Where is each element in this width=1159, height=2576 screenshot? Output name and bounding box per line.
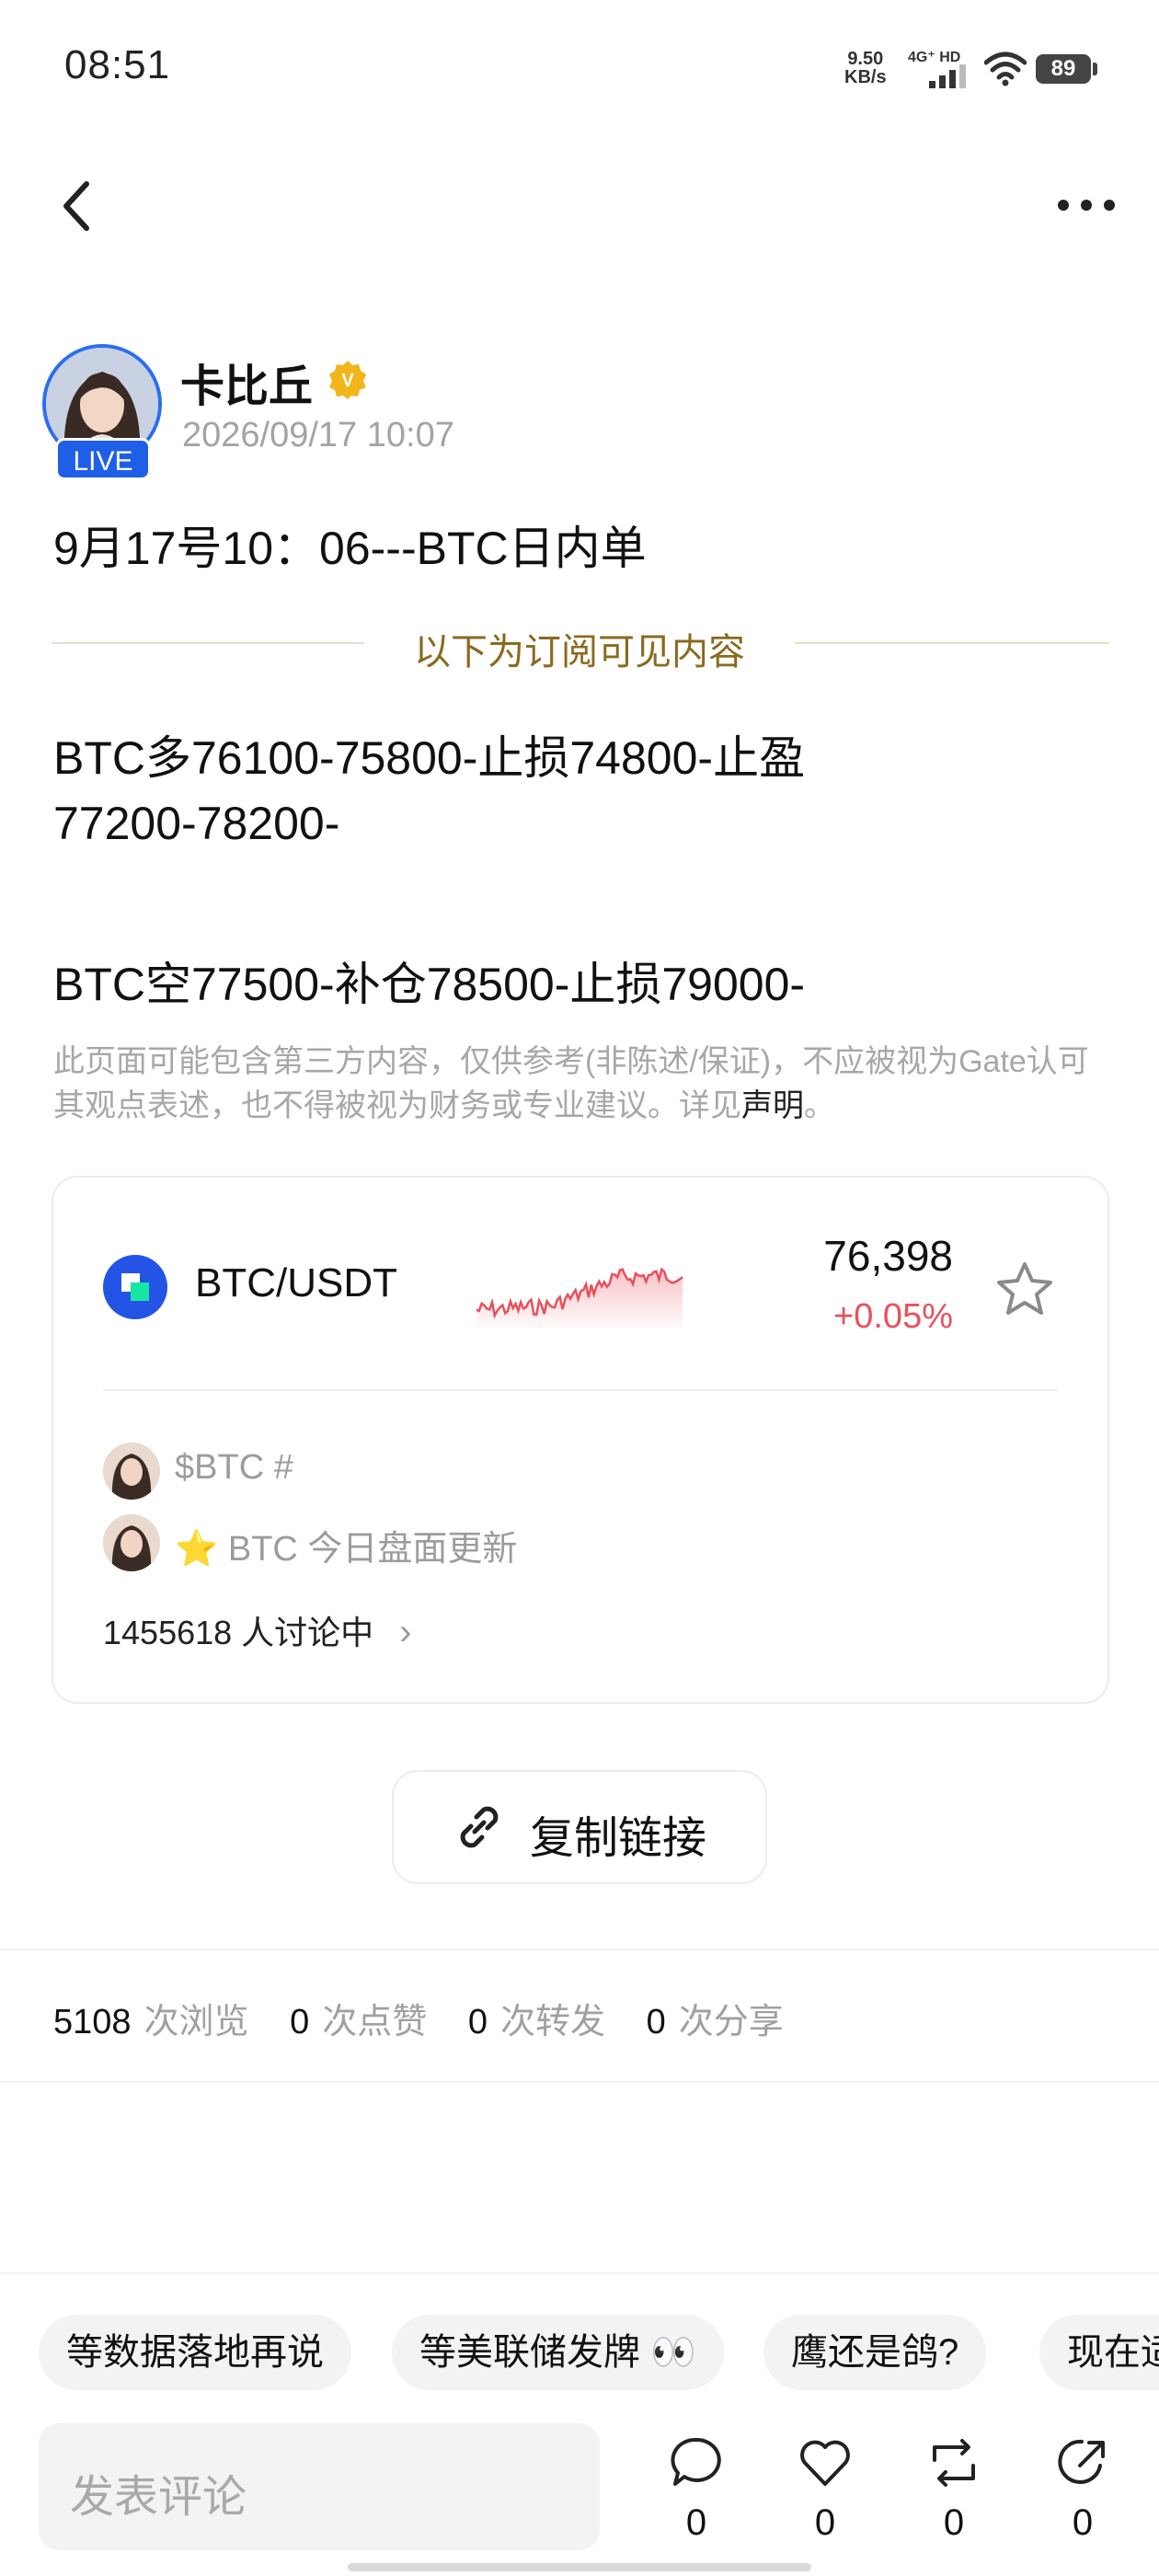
svg-text:V: V xyxy=(341,371,354,391)
quick-reply-chip[interactable]: 等美联储发牌 👀 xyxy=(392,2315,724,2390)
battery-tip xyxy=(1093,63,1097,75)
live-badge: LIVE xyxy=(55,438,151,480)
home-indicator[interactable] xyxy=(348,2563,811,2571)
divider-left xyxy=(52,642,364,644)
price-sparkline xyxy=(476,1267,683,1332)
topic-item[interactable]: ⭐ BTC 今日盘面更新 xyxy=(175,1520,517,1570)
comment-count: 0 xyxy=(685,2502,707,2543)
likes-count: 0 xyxy=(290,2003,310,2041)
verified-badge-icon: V xyxy=(329,361,366,399)
like-count: 0 xyxy=(814,2502,836,2543)
subscriber-divider-label: 以下为订阅可见内容 xyxy=(414,632,745,673)
wifi-icon xyxy=(984,52,1027,86)
views-count: 5108 xyxy=(53,2003,132,2041)
disclaimer-end: 。 xyxy=(804,1088,835,1123)
post-timestamp: 2026/09/17 10:07 xyxy=(182,416,454,454)
discussing-link[interactable]: 1455618 人讨论中 › xyxy=(103,1606,412,1654)
post-body-line: 77200-78200- xyxy=(53,798,340,849)
post-body-line: BTC多76100-75800-止损74800-止盈 xyxy=(53,732,806,784)
comment-placeholder: 发表评论 xyxy=(70,2473,247,2522)
favorite-star-icon[interactable] xyxy=(995,1260,1054,1317)
battery-icon: 89 xyxy=(1036,54,1091,84)
quick-reply-chip[interactable]: 现在适 xyxy=(1039,2315,1159,2390)
repost-icon[interactable] xyxy=(925,2434,982,2491)
back-button[interactable] xyxy=(55,177,99,236)
post-title: 9月17号10：06---BTC日内单 xyxy=(53,523,647,574)
divider-right xyxy=(795,642,1109,644)
disclaimer-link[interactable]: 声明 xyxy=(741,1088,804,1123)
copy-link-label: 复制链接 xyxy=(530,1814,707,1863)
comment-icon[interactable] xyxy=(668,2434,725,2491)
share-icon[interactable] xyxy=(1054,2434,1111,2491)
author-name[interactable]: 卡比丘 xyxy=(180,350,313,414)
share-count: 0 xyxy=(1072,2502,1094,2543)
reposts-label: 次转发 xyxy=(499,2003,605,2041)
status-time: 08:51 xyxy=(64,42,171,87)
shares-count: 0 xyxy=(646,2003,666,2041)
quick-reply-chip[interactable]: 等数据落地再说 xyxy=(39,2315,351,2390)
views-label: 次浏览 xyxy=(143,2003,249,2041)
more-button[interactable] xyxy=(1054,191,1119,219)
section-divider xyxy=(0,1949,1159,1950)
post-body-line: BTC空77500-补仓78500-止损79000- xyxy=(53,959,806,1010)
post-stats: 5108 次浏览 0 次点赞 0 次转发 0 次分享 xyxy=(53,1993,815,2043)
topic-avatar xyxy=(103,1514,160,1571)
network-speed-value: 9.50 xyxy=(847,49,884,69)
section-divider xyxy=(0,2081,1159,2083)
trading-pair: BTC/USDT xyxy=(195,1260,397,1305)
discussing-count: 1455618 人讨论中 xyxy=(103,1614,374,1651)
like-icon[interactable] xyxy=(797,2434,854,2491)
network-speed: 9.50 KB/s xyxy=(844,50,887,86)
card-divider xyxy=(103,1389,1058,1391)
topic-item[interactable]: $BTC # xyxy=(175,1448,293,1488)
disclaimer-text: 此页面可能包含第三方内容，仅供参考(非陈述/保证)，不应被视为Gate认可其观点… xyxy=(53,1044,1089,1123)
disclaimer: 此页面可能包含第三方内容，仅供参考(非陈述/保证)，不应被视为Gate认可其观点… xyxy=(53,1040,1111,1128)
likes-label: 次点赞 xyxy=(322,2003,428,2041)
reposts-count: 0 xyxy=(467,2003,488,2041)
link-icon xyxy=(460,1806,499,1848)
repost-count: 0 xyxy=(943,2502,965,2543)
chevron-right-icon: › xyxy=(399,1612,412,1652)
network-type: 4G⁺ HD xyxy=(908,50,961,65)
topic-avatar xyxy=(103,1443,160,1500)
price-change: +0.05% xyxy=(833,1297,953,1336)
gate-coin-icon xyxy=(103,1255,167,1319)
signal-icon xyxy=(929,64,966,88)
price: 76,398 xyxy=(823,1232,953,1280)
section-divider xyxy=(0,2272,1159,2274)
sparkline-area xyxy=(476,1269,683,1332)
quick-reply-chip[interactable]: 鹰还是鸽? xyxy=(763,2315,987,2390)
shares-label: 次分享 xyxy=(678,2003,784,2041)
network-speed-unit: KB/s xyxy=(844,67,887,87)
